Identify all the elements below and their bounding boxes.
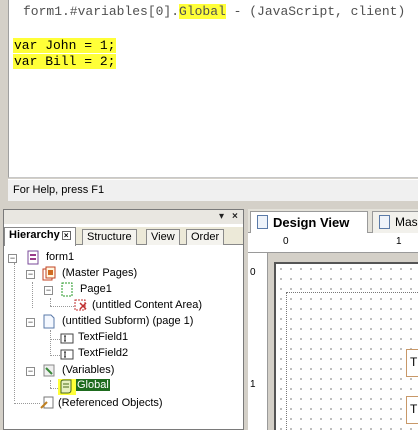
collapse-toggle[interactable]: − xyxy=(26,318,35,327)
node-label: (untitled Content Area) xyxy=(92,299,203,311)
field-caption: T xyxy=(410,402,418,416)
referenced-objects-icon xyxy=(40,396,54,409)
path-highlight: Global xyxy=(179,4,226,19)
tree-line xyxy=(50,330,51,356)
content-area-boundary xyxy=(286,292,418,430)
node-label: TextField2 xyxy=(78,347,129,359)
tree-node-textfield2[interactable]: TextField2 xyxy=(60,346,160,362)
tab-order[interactable]: Order xyxy=(186,229,225,245)
tree-node-variables[interactable]: − (Variables) xyxy=(26,363,146,379)
document-icon xyxy=(379,215,390,229)
tree-node-global[interactable]: Global xyxy=(58,379,138,395)
code-line[interactable]: var John = 1; xyxy=(13,38,117,53)
tree-node-content-area[interactable]: (untitled Content Area) xyxy=(74,298,234,314)
design-view-panel: Design View Mas 0 1 0 1 T T xyxy=(248,209,418,430)
tab-label: View xyxy=(151,231,175,243)
path-prefix: form1.#variables[0]. xyxy=(23,4,180,19)
tree-line xyxy=(50,298,51,306)
tree-node-textfield1[interactable]: TextField1 xyxy=(60,330,160,346)
panel-close-icon[interactable]: × xyxy=(232,211,238,222)
tree-line xyxy=(50,388,58,389)
tree-line xyxy=(14,263,15,401)
tab-structure[interactable]: Structure xyxy=(82,229,137,245)
collapse-toggle[interactable]: − xyxy=(8,254,17,263)
page-icon xyxy=(61,282,73,297)
tree-node-master-pages[interactable]: − (Master Pages) xyxy=(26,266,166,282)
ruler-label: 0 xyxy=(250,267,256,278)
tab-label: Mas xyxy=(395,215,418,229)
tree-node-form1[interactable]: − form1 xyxy=(8,250,128,266)
splitter[interactable] xyxy=(0,201,418,207)
tree-line xyxy=(14,403,40,404)
node-label: Page1 xyxy=(80,283,112,295)
node-label: (Variables) xyxy=(62,364,115,376)
collapse-toggle[interactable]: − xyxy=(26,367,35,376)
tab-label: Order xyxy=(191,231,220,243)
tab-design-view[interactable]: Design View xyxy=(250,211,368,233)
tree-node-subform[interactable]: − (untitled Subform) (page 1) xyxy=(26,314,226,330)
horizontal-ruler: 0 1 xyxy=(248,233,418,253)
hierarchy-tabs: Hierarchy × Structure View Order xyxy=(4,227,243,246)
code-line[interactable]: var Bill = 2; xyxy=(13,54,117,69)
content-area-icon xyxy=(74,299,87,311)
text-field-2[interactable]: T xyxy=(406,396,418,424)
design-tabs: Design View Mas xyxy=(248,209,418,233)
close-tab-icon[interactable]: × xyxy=(61,231,71,240)
hierarchy-panel: ▾ × Hierarchy × Structure View Order − fo… xyxy=(3,209,244,430)
vertical-ruler: 0 1 xyxy=(248,253,268,430)
tree-line xyxy=(50,355,60,356)
node-label: (Master Pages) xyxy=(62,267,138,279)
tree-line xyxy=(50,339,60,340)
form-icon xyxy=(27,250,39,265)
status-bar: For Help, press F1 xyxy=(8,179,418,201)
node-label: TextField1 xyxy=(78,331,129,343)
tab-label: Hierarchy xyxy=(9,229,60,241)
script-object-icon xyxy=(58,379,76,395)
master-pages-icon xyxy=(42,266,56,281)
tree-node-referenced-objects[interactable]: (Referenced Objects) xyxy=(40,396,200,412)
text-field-icon xyxy=(60,333,74,344)
text-field-icon xyxy=(60,349,74,360)
ruler-label: 0 xyxy=(283,236,289,247)
collapse-toggle[interactable]: − xyxy=(44,286,53,295)
text-field-1[interactable]: T xyxy=(406,349,418,377)
panel-menu-icon[interactable]: ▾ xyxy=(219,211,224,222)
field-caption: T xyxy=(410,355,418,369)
panel-header: ▾ × xyxy=(4,210,243,224)
node-label: (untitled Subform) (page 1) xyxy=(62,315,194,327)
tree-node-page1[interactable]: − Page1 xyxy=(44,282,144,298)
variables-icon xyxy=(43,364,55,377)
node-label: Global xyxy=(76,379,110,391)
ruler-label: 1 xyxy=(250,379,256,390)
node-label: form1 xyxy=(46,251,75,263)
tab-view[interactable]: View xyxy=(146,229,180,245)
ruler-label: 1 xyxy=(396,236,402,247)
tree-line xyxy=(50,306,74,307)
tab-master-pages[interactable]: Mas xyxy=(372,211,418,233)
collapse-toggle[interactable]: − xyxy=(26,270,35,279)
tree-line xyxy=(50,380,51,388)
path-suffix: - (JavaScript, client) xyxy=(225,4,406,19)
document-icon xyxy=(257,215,268,229)
tab-hierarchy[interactable]: Hierarchy × xyxy=(4,227,76,246)
script-object-path: form1.#variables[0].Global - (JavaScript… xyxy=(23,4,405,19)
design-canvas[interactable]: T T xyxy=(274,262,418,430)
tab-label: Design View xyxy=(273,215,350,230)
tab-label: Structure xyxy=(87,231,132,243)
tree-line xyxy=(32,282,33,308)
script-editor[interactable]: form1.#variables[0].Global - (JavaScript… xyxy=(8,0,418,178)
node-label: (Referenced Objects) xyxy=(58,397,163,409)
status-text: For Help, press F1 xyxy=(13,184,105,196)
subform-icon xyxy=(43,314,55,329)
